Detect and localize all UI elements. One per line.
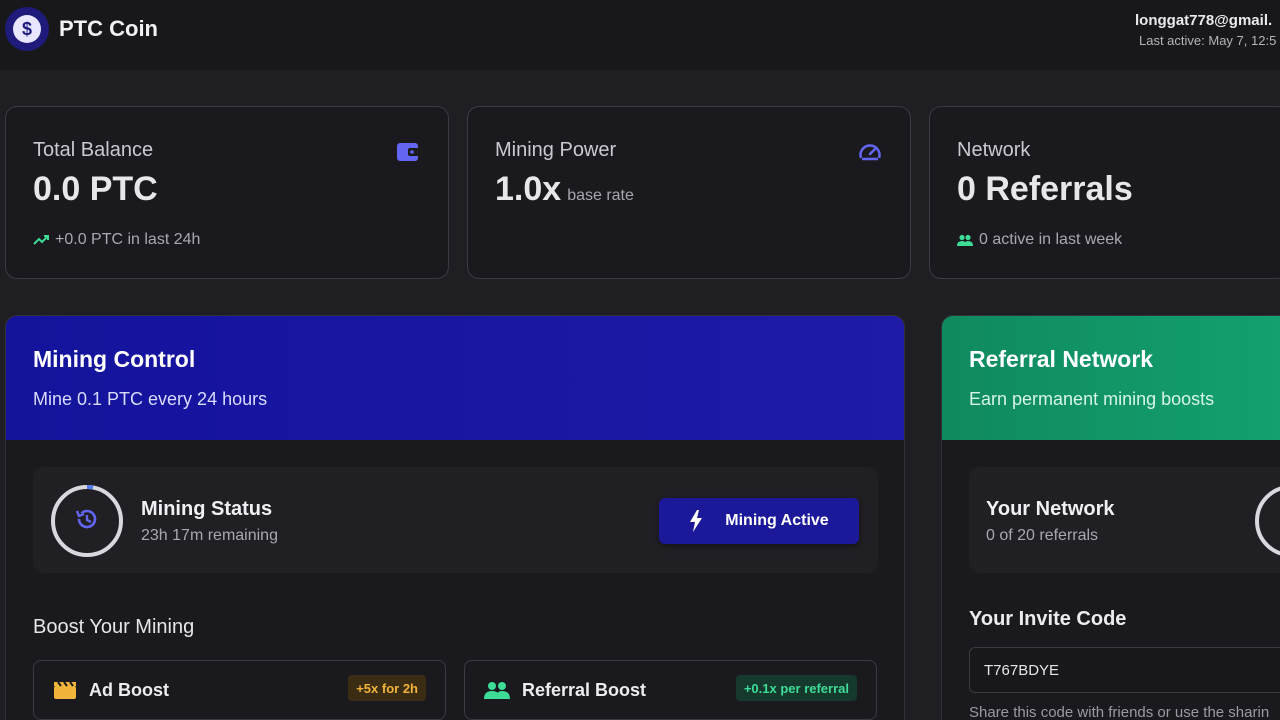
panel-title: Mining Control: [33, 346, 196, 372]
invite-code-value: T767BDYE: [984, 661, 1060, 679]
referrals-value: 0 Referrals: [957, 170, 1133, 208]
panel-subtitle: Earn permanent mining boosts: [969, 389, 1215, 409]
stat-title: Mining Power: [495, 139, 617, 161]
mining-power-card: Mining Power 1.0x base rate: [467, 106, 911, 279]
power-value: 1.0x: [495, 170, 562, 208]
brand[interactable]: $ PTC Coin: [5, 7, 158, 51]
network-card: Network 0 Referrals 0 active in last wee…: [929, 106, 1280, 279]
invite-note: Share this code with friends or use the …: [969, 704, 1270, 720]
ad-boost-badge: +5x for 2h: [348, 675, 426, 701]
status-title: Mining Status: [141, 498, 273, 520]
mining-status-box: Mining Status 23h 17m remaining Mining A…: [33, 467, 878, 573]
users-icon: [957, 234, 973, 246]
last-active: Last active: May 7, 12:5: [1139, 33, 1277, 48]
network-activity-text: 0 active in last week: [979, 231, 1123, 248]
balance-change-text: +0.0 PTC in last 24h: [55, 231, 201, 248]
stat-title: Total Balance: [33, 139, 154, 161]
referral-panel-header: Referral Network Earn permanent mining b…: [942, 316, 1280, 440]
dollar-coin-icon: $: [5, 7, 49, 51]
network-count: 0 of 20 referrals: [986, 527, 1099, 544]
mining-power-value: 1.0x base rate: [495, 170, 883, 209]
mining-status-text: Mining Status 23h 17m remaining: [141, 498, 278, 545]
users-icon: [484, 681, 510, 699]
stat-title: Network: [957, 139, 1031, 161]
ad-boost-card[interactable]: Ad Boost +5x for 2h: [33, 660, 446, 720]
balance-value: 0.0 PTC: [33, 170, 158, 208]
network-status-box: Your Network 0 of 20 referrals: [969, 467, 1280, 573]
referral-network-panel: Referral Network Earn permanent mining b…: [941, 315, 1280, 720]
speedometer-icon: [858, 141, 882, 168]
user-info[interactable]: longgat778@gmail. Last active: May 7, 12…: [1135, 12, 1280, 48]
mining-active-button[interactable]: Mining Active: [659, 498, 859, 544]
user-email: longgat778@gmail.: [1135, 12, 1273, 29]
mining-progress-ring: [51, 485, 123, 557]
clapperboard-icon: [53, 680, 77, 700]
total-balance-card: Total Balance 0.0 PTC +0.0 PTC in last 2…: [5, 106, 449, 279]
trending-up-icon: [33, 234, 49, 246]
boost-name: Ad Boost: [89, 679, 169, 700]
boost-name: Referral Boost: [522, 679, 647, 700]
referral-progress-ring: [1255, 485, 1280, 557]
brand-name: PTC Coin: [59, 16, 158, 41]
network-title: Your Network: [986, 498, 1115, 520]
boost-section-title: Boost Your Mining: [33, 616, 195, 638]
network-status-text: Your Network 0 of 20 referrals: [986, 498, 1115, 545]
mining-button-label: Mining Active: [725, 512, 829, 529]
mining-control-panel: Mining Control Mine 0.1 PTC every 24 hou…: [5, 315, 905, 720]
network-activity: 0 active in last week: [957, 231, 1261, 249]
top-bar: $ PTC Coin longgat778@gmail. Last active…: [0, 0, 1280, 70]
invite-code-field[interactable]: T767BDYE: [969, 647, 1280, 693]
status-remaining: 23h 17m remaining: [141, 527, 278, 544]
mining-panel-header: Mining Control Mine 0.1 PTC every 24 hou…: [6, 316, 904, 440]
referral-boost-badge: +0.1x per referral: [735, 675, 857, 701]
lightning-icon: [689, 510, 703, 532]
balance-change: +0.0 PTC in last 24h: [33, 231, 421, 249]
progress-arc: [86, 485, 94, 490]
referral-boost-card[interactable]: Referral Boost +0.1x per referral: [464, 660, 877, 720]
panel-subtitle: Mine 0.1 PTC every 24 hours: [33, 389, 268, 409]
panel-title: Referral Network: [969, 346, 1154, 372]
power-unit: base rate: [567, 187, 634, 204]
wallet-icon: [396, 141, 420, 168]
invite-code-title: Your Invite Code: [969, 608, 1127, 630]
